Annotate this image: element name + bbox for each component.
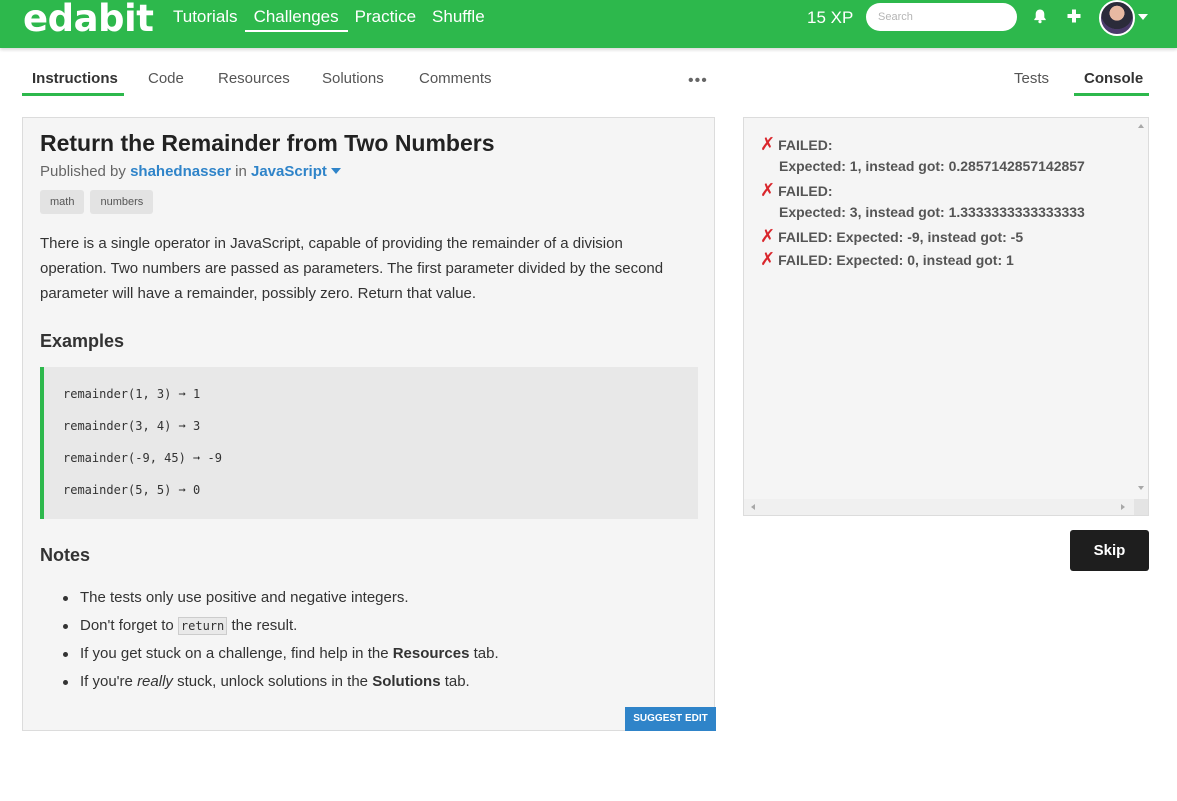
skip-button[interactable]: Skip: [1070, 530, 1149, 571]
published-by: Published by shahednasser in JavaScript: [40, 163, 341, 180]
tab-resources[interactable]: Resources: [218, 70, 290, 87]
console-text: Expected: 1, instead got: 0.285714285714…: [779, 158, 1085, 174]
console-output[interactable]: ✗ FAILED: Expected: 1, instead got: 0.285…: [743, 117, 1149, 516]
chevron-down-icon[interactable]: [1138, 14, 1148, 20]
example-line: remainder(3, 4) ➞ 3: [63, 419, 201, 433]
main-nav: Tutorials Challenges Practice Shuffle: [173, 0, 501, 48]
notes-heading: Notes: [40, 545, 91, 565]
nav-tutorials[interactable]: Tutorials: [173, 0, 238, 32]
console-text: FAILED: Expected: 0, instead got: 1: [778, 252, 1014, 268]
tab-tests[interactable]: Tests: [1014, 70, 1049, 87]
examples-code-block: remainder(1, 3) ➞ 1 remainder(3, 4) ➞ 3 …: [40, 367, 698, 519]
scroll-up-icon[interactable]: [1138, 124, 1144, 128]
note-text: the result.: [231, 617, 298, 634]
fail-x-icon: ✗: [760, 249, 776, 270]
console-line: Expected: 1, instead got: 0.285714285714…: [779, 158, 1085, 174]
note-text: If you get stuck on a challenge, find he…: [80, 645, 389, 662]
active-tab-indicator: [22, 93, 124, 96]
scroll-down-icon[interactable]: [1138, 486, 1144, 490]
chevron-down-icon: [330, 168, 341, 174]
note-item: If you get stuck on a challenge, find he…: [63, 643, 683, 671]
challenge-title: Return the Remainder from Two Numbers: [40, 130, 495, 156]
tab-comments[interactable]: Comments: [419, 70, 492, 87]
language-dropdown[interactable]: JavaScript: [251, 163, 341, 180]
vertical-scrollbar[interactable]: [1134, 118, 1148, 500]
console-text: Expected: 3, instead got: 1.333333333333…: [779, 204, 1085, 220]
tag-numbers[interactable]: numbers: [90, 190, 154, 214]
scrollbar-corner: [1134, 499, 1148, 515]
console-line: ✗ FAILED:: [760, 180, 833, 201]
in-label: in: [235, 163, 247, 180]
note-bold: Resources: [392, 645, 470, 662]
scroll-right-icon[interactable]: [1121, 504, 1125, 510]
challenge-description: There is a single operator in JavaScript…: [40, 235, 664, 302]
example-line: remainder(1, 3) ➞ 1: [63, 387, 201, 401]
console-line: ✗ FAILED: Expected: 0, instead got: 1: [760, 249, 1014, 270]
fail-x-icon: ✗: [760, 180, 776, 201]
fail-x-icon: ✗: [760, 226, 776, 247]
console-line: ✗ FAILED: Expected: -9, instead got: -5: [760, 226, 1023, 247]
suggest-edit-button[interactable]: SUGGEST EDIT: [625, 707, 716, 731]
tag-list: math numbers: [40, 190, 159, 214]
note-text: Don't forget to: [80, 617, 174, 634]
note-text: stuck, unlock solutions in the: [177, 673, 369, 690]
example-line: remainder(-9, 45) ➞ -9: [63, 451, 222, 465]
avatar[interactable]: [1099, 0, 1135, 36]
note-item: If you're really stuck, unlock solutions…: [63, 671, 683, 699]
author-link[interactable]: shahednasser: [130, 163, 231, 180]
console-line: ✗ FAILED:: [760, 134, 833, 155]
challenge-tabs: Instructions Code Resources Solutions Co…: [22, 64, 722, 98]
more-options-icon[interactable]: •••: [688, 72, 708, 90]
example-line: remainder(5, 5) ➞ 0: [63, 483, 201, 497]
bell-icon[interactable]: [1032, 8, 1048, 24]
tab-solutions[interactable]: Solutions: [322, 70, 384, 87]
published-by-label: Published by: [40, 163, 126, 180]
nav-practice[interactable]: Practice: [355, 0, 416, 32]
nav-shuffle[interactable]: Shuffle: [432, 0, 485, 32]
note-text: tab.: [444, 673, 470, 690]
edabit-logo[interactable]: edabit: [23, 0, 154, 40]
tag-math[interactable]: math: [40, 190, 85, 214]
note-emphasis: really: [137, 673, 173, 690]
horizontal-scrollbar[interactable]: [744, 499, 1136, 515]
note-text: If you're: [80, 673, 133, 690]
note-text: tab.: [473, 645, 499, 662]
notes-list: The tests only use positive and negative…: [63, 587, 683, 699]
fail-x-icon: ✗: [760, 134, 776, 155]
console-line: Expected: 3, instead got: 1.333333333333…: [779, 204, 1085, 220]
tab-console[interactable]: Console: [1084, 70, 1143, 87]
note-bold: Solutions: [372, 673, 441, 690]
note-text: The tests only use positive and negative…: [80, 589, 409, 606]
console-text: FAILED:: [778, 137, 833, 153]
nav-challenges[interactable]: Challenges: [244, 0, 348, 32]
top-navbar: edabit Tutorials Challenges Practice Shu…: [0, 0, 1177, 48]
language-label: JavaScript: [251, 163, 327, 180]
scroll-left-icon[interactable]: [751, 504, 755, 510]
note-item: Don't forget to return the result.: [63, 615, 683, 643]
xp-counter: 15 XP: [807, 8, 854, 27]
console-text: FAILED:: [778, 183, 833, 199]
tab-code[interactable]: Code: [148, 70, 184, 87]
plus-icon[interactable]: [1066, 8, 1082, 24]
active-right-tab-indicator: [1074, 93, 1149, 96]
tab-instructions[interactable]: Instructions: [32, 70, 118, 87]
note-item: The tests only use positive and negative…: [63, 587, 683, 615]
search-input[interactable]: [866, 3, 1017, 31]
inline-code: return: [177, 617, 228, 635]
instructions-panel: Return the Remainder from Two Numbers Pu…: [22, 117, 716, 731]
console-text: FAILED: Expected: -9, instead got: -5: [778, 229, 1024, 245]
examples-heading: Examples: [40, 331, 125, 351]
